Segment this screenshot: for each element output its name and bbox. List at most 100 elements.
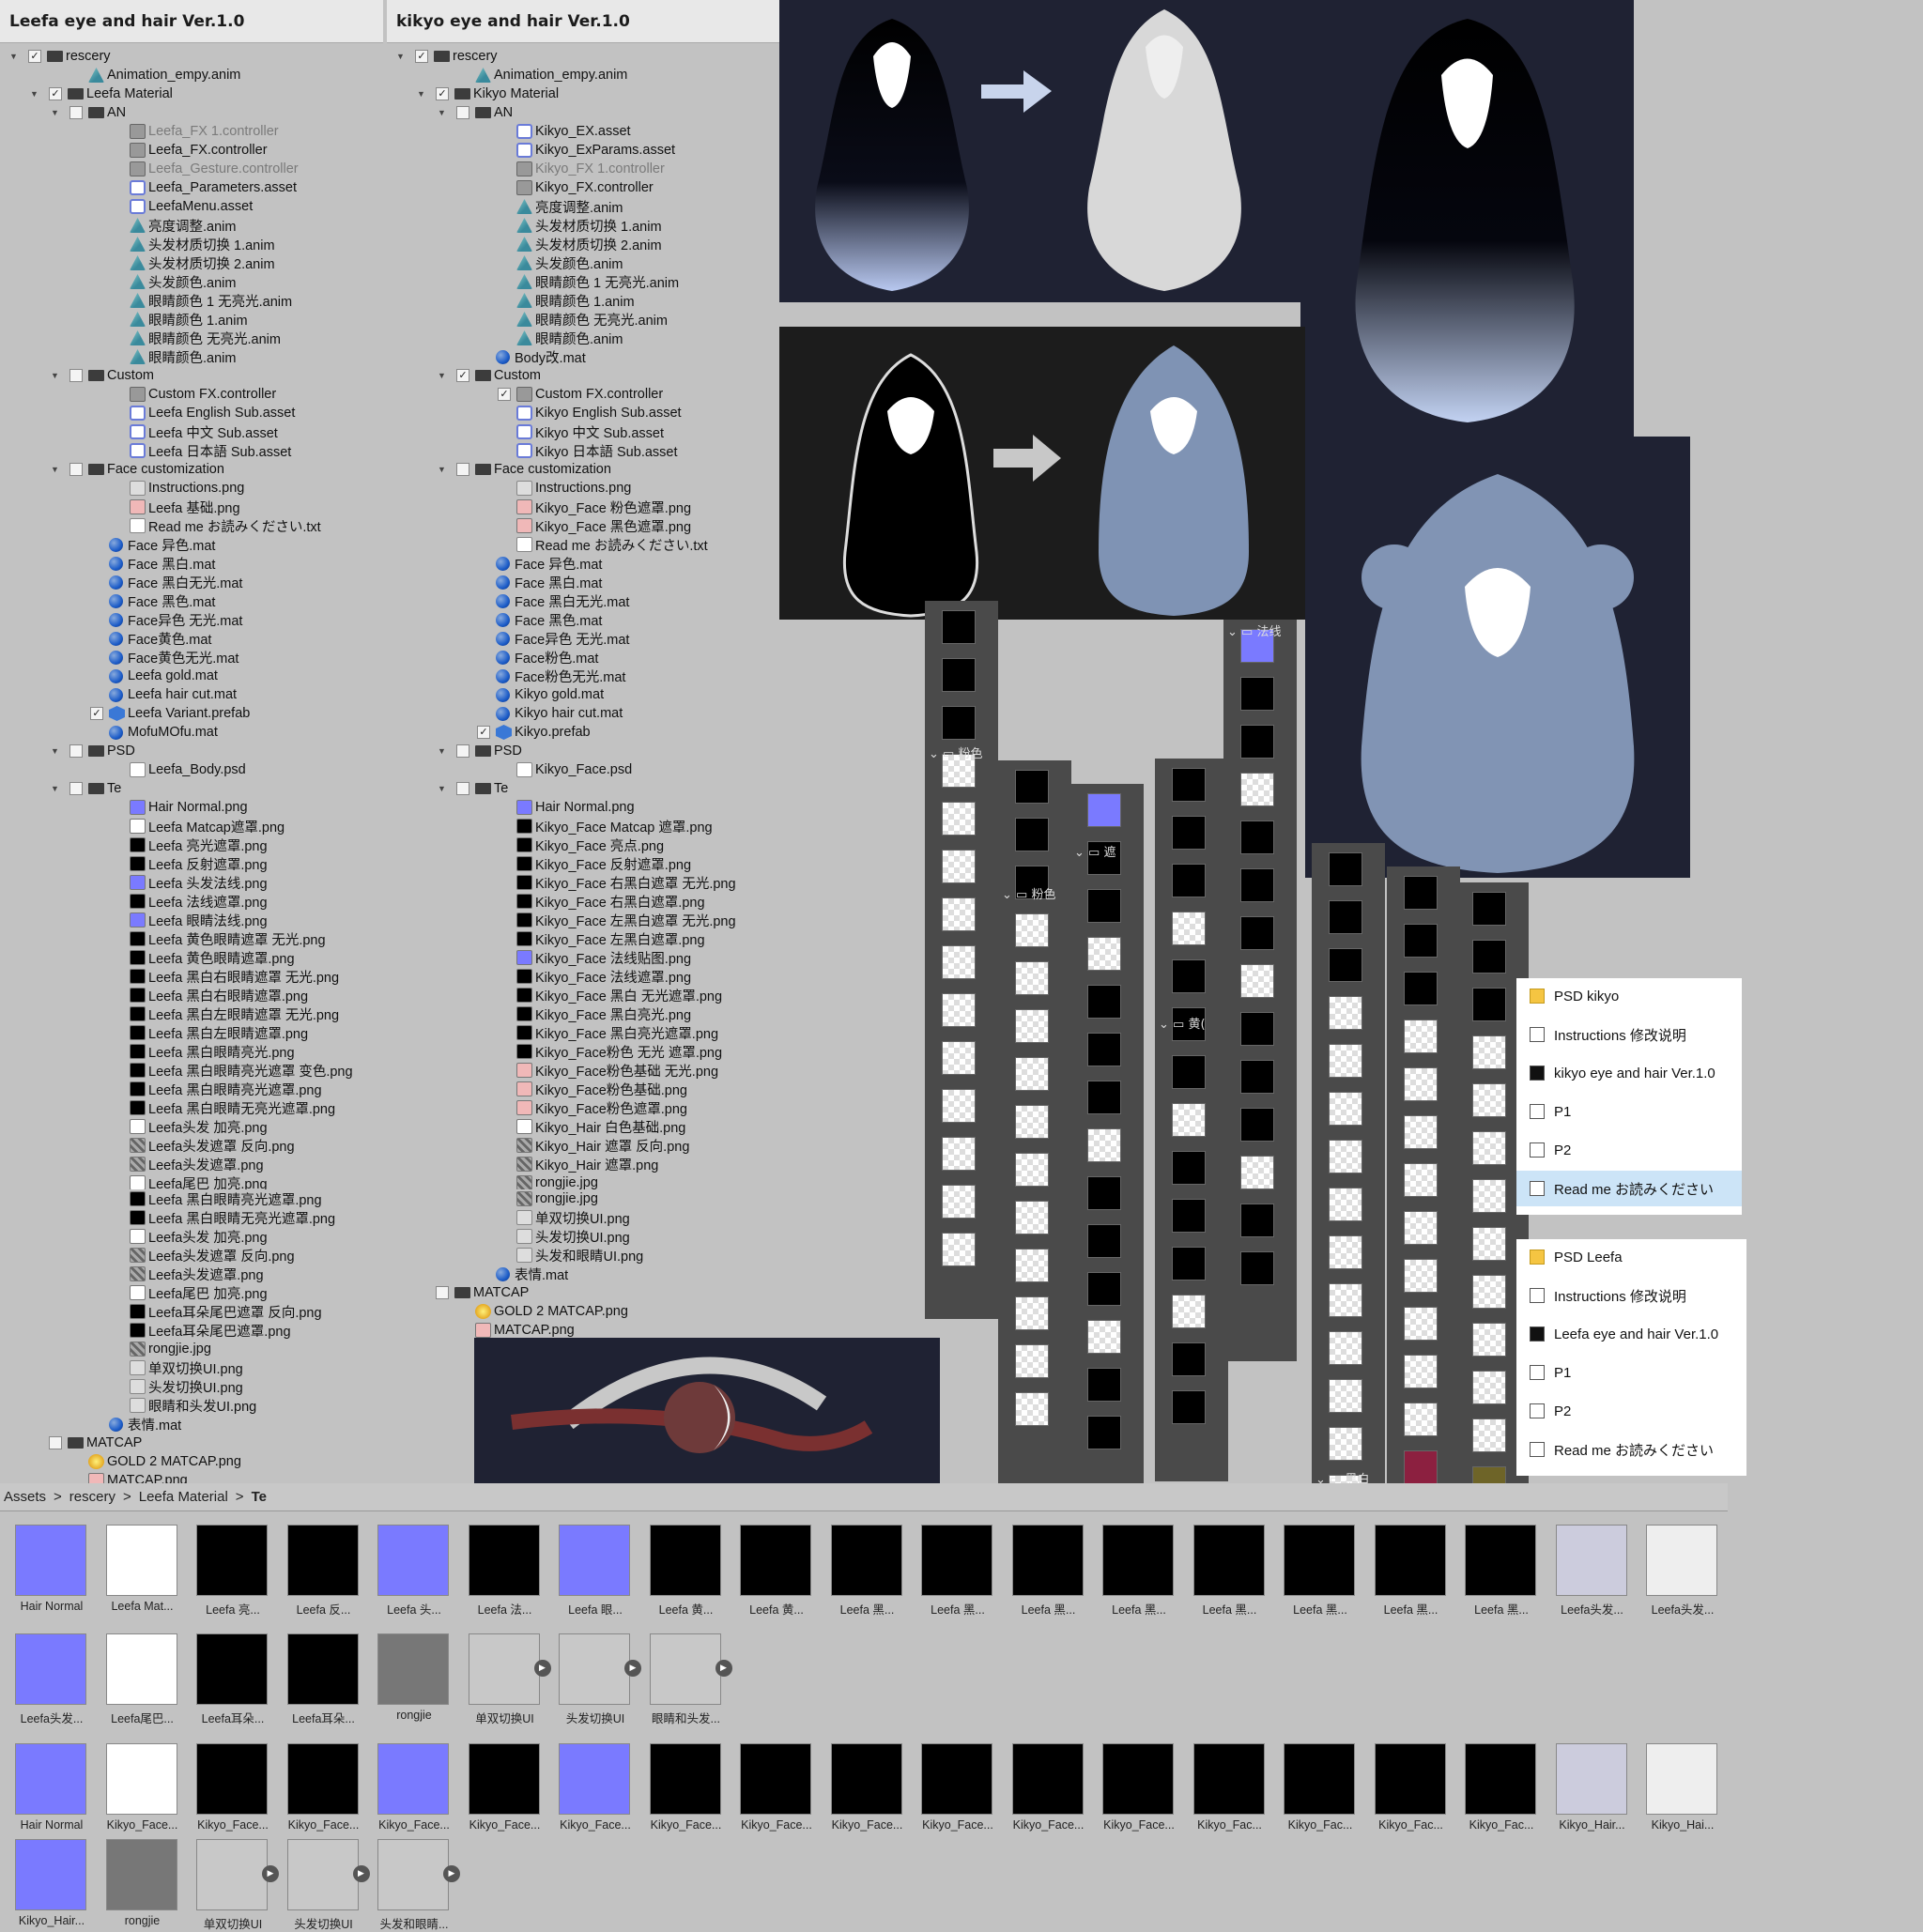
layer-thumbnail[interactable] [1404,876,1438,910]
asset-thumbnail[interactable]: Hair Normal [15,1743,88,1833]
asset-thumbnail[interactable]: Kikyo_Face... [559,1743,632,1833]
layer-thumbnail[interactable] [942,1089,976,1123]
tree-item[interactable]: Leefa 法线遮罩.png [0,892,388,911]
layer-thumbnail[interactable] [1404,1163,1438,1197]
chevron-down-icon[interactable]: ▼ [51,108,60,117]
asset-thumbnail[interactable]: Leefa头发... [15,1633,88,1725]
asset-thumbnail[interactable]: Kikyo_Fac... [1284,1743,1357,1833]
explorer-item[interactable]: P1 [1516,1355,1746,1390]
checkbox[interactable]: ✓ [49,87,62,100]
layer-thumbnail[interactable] [1015,1201,1049,1234]
layer-group-label[interactable]: ⌄ ▭ 遮 [1074,842,1115,860]
layer-thumbnail[interactable] [1472,1083,1506,1117]
tree-item[interactable]: Leefa 黑白眼睛亮光.png [0,1042,388,1061]
asset-thumbnail[interactable]: Leefa 黑... [1102,1525,1176,1617]
layer-thumbnail[interactable] [1172,1247,1206,1280]
layer-thumbnail[interactable] [1329,1235,1362,1269]
layer-thumbnail[interactable] [1087,1368,1121,1402]
layer-thumbnail[interactable] [1087,1128,1121,1162]
asset-thumbnail[interactable]: Kikyo_Face... [286,1743,361,1833]
layer-thumbnail[interactable] [1329,1140,1362,1173]
explorer-item[interactable]: PSD kikyo [1516,978,1742,1014]
tree-item[interactable]: Kikyo_EX.asset [387,122,779,141]
asset-thumbnail[interactable]: Kikyo_Face... [468,1743,542,1833]
checkbox[interactable]: ✓ [28,50,41,63]
layer-thumbnail[interactable] [942,706,976,740]
chevron-down-icon[interactable]: ▼ [51,784,60,793]
tree-item[interactable]: Leefa_Body.psd [0,760,388,779]
tree-item[interactable]: Hair Normal.png [387,798,779,817]
asset-thumbnail[interactable]: Leefa 黑... [830,1525,904,1617]
tree-item[interactable]: Leefa 黄色眼睛遮罩 无光.png [0,929,388,948]
tree-item[interactable]: Face 黑白.mat [387,573,779,591]
layer-thumbnail[interactable] [1472,1227,1506,1261]
layer-thumbnail[interactable] [1087,1272,1121,1306]
layer-thumbnail[interactable] [1472,1035,1506,1069]
tree-item[interactable]: 眼睛和头发UI.png [0,1396,389,1415]
tree-item[interactable]: Hair Normal.png [0,798,388,817]
tree-item[interactable]: 表情.mat [0,1415,389,1434]
tree-item[interactable]: Instructions.png [387,479,779,498]
tree-item[interactable]: Face异色 无光.mat [387,629,779,648]
layer-thumbnail[interactable] [1240,964,1274,998]
layer-thumbnail[interactable] [1015,1057,1049,1091]
chevron-down-icon[interactable]: ▼ [30,89,39,99]
checkbox[interactable] [69,744,83,758]
layer-thumbnail[interactable] [1472,1418,1506,1452]
layer-thumbnail[interactable] [1404,1020,1438,1053]
asset-thumbnail[interactable]: Kikyo_Hair... [1555,1743,1629,1833]
tree-item[interactable]: Face 异色.mat [387,554,779,573]
breadcrumb-rescery[interactable]: rescery [69,1489,115,1505]
tree-item[interactable]: Kikyo_Face.psd [387,760,779,779]
asset-thumbnail[interactable]: Kikyo_Face... [1102,1743,1176,1833]
tree-item[interactable]: rongjie.jpg [387,1189,779,1208]
tree-item[interactable]: 头发和眼睛UI.png [387,1246,779,1265]
asset-thumbnail[interactable]: ▶ 单双切换UI [468,1633,551,1725]
layer-thumbnail[interactable] [942,850,976,883]
tree-item[interactable]: Leefa_FX.controller [0,141,388,160]
asset-thumbnail[interactable]: Leefa 黑... [1192,1525,1267,1617]
layer-thumbnail[interactable] [1472,1131,1506,1165]
tree-item[interactable]: Kikyo 中文 Sub.asset [387,422,779,441]
checkbox[interactable]: ✓ [456,369,469,382]
tree-item[interactable]: 头发颜色.anim [0,272,388,291]
layer-thumbnail[interactable] [1015,1009,1049,1043]
asset-thumbnail[interactable]: Leefa 眼... [559,1525,632,1617]
asset-thumbnail[interactable]: Leefa头发... [1555,1525,1629,1617]
layer-thumbnail[interactable] [1472,1371,1506,1404]
explorer-item[interactable]: kikyo eye and hair Ver.1.0 [1516,1055,1742,1091]
tree-item[interactable]: Kikyo hair cut.mat [387,704,779,723]
asset-thumbnail[interactable]: Kikyo_Face... [830,1743,904,1833]
layer-thumbnail[interactable] [1329,948,1362,982]
layer-thumbnail[interactable] [1329,900,1362,934]
layer-thumbnail[interactable] [1172,959,1206,993]
checkbox[interactable] [69,369,83,382]
tree-item[interactable]: Animation_empy.anim [387,66,779,84]
asset-thumbnail[interactable]: Kikyo_Face... [1011,1743,1085,1833]
asset-thumbnail[interactable]: Leefa 黑... [1284,1525,1357,1617]
checkbox[interactable]: ✓ [415,50,428,63]
tree-item[interactable]: 头发切换UI.png [0,1377,389,1396]
layer-thumbnail[interactable] [1015,1105,1049,1139]
tree-item[interactable]: ▼ PSD [0,742,388,760]
asset-thumbnail[interactable]: Leefa 黑... [1011,1525,1085,1617]
layer-thumbnail[interactable] [1329,1283,1362,1317]
layer-thumbnail[interactable] [942,658,976,692]
tree-item[interactable]: Leefa尾巴 加亮.png [0,1173,388,1190]
tree-item[interactable]: ▼ PSD [387,742,779,760]
chevron-down-icon[interactable]: ▼ [51,371,60,380]
tree-item[interactable]: Leefa 黑白左眼睛遮罩.png [0,1023,388,1042]
tree-item[interactable]: ✓ Custom FX.controller [387,385,779,404]
tree-item[interactable]: Kikyo_Hair 遮罩 反向.png [387,1136,779,1155]
layer-thumbnail[interactable] [1172,1055,1206,1089]
layer-thumbnail[interactable] [1240,677,1274,711]
asset-thumbnail[interactable]: ▶ 眼睛和头发... [649,1633,732,1725]
tree-item[interactable]: Leefa 眼睛法线.png [0,911,388,929]
tree-item[interactable]: Body改.mat [387,347,779,366]
tree-item[interactable]: Leefa尾巴 加亮.png [0,1283,389,1302]
tree-item[interactable]: ▼ ✓ rescery [387,47,779,66]
checkbox[interactable] [456,744,469,758]
asset-thumbnail[interactable]: Kikyo_Hair... [15,1839,88,1929]
layer-thumbnail[interactable] [1404,1403,1438,1436]
layer-thumbnail[interactable] [942,1233,976,1266]
